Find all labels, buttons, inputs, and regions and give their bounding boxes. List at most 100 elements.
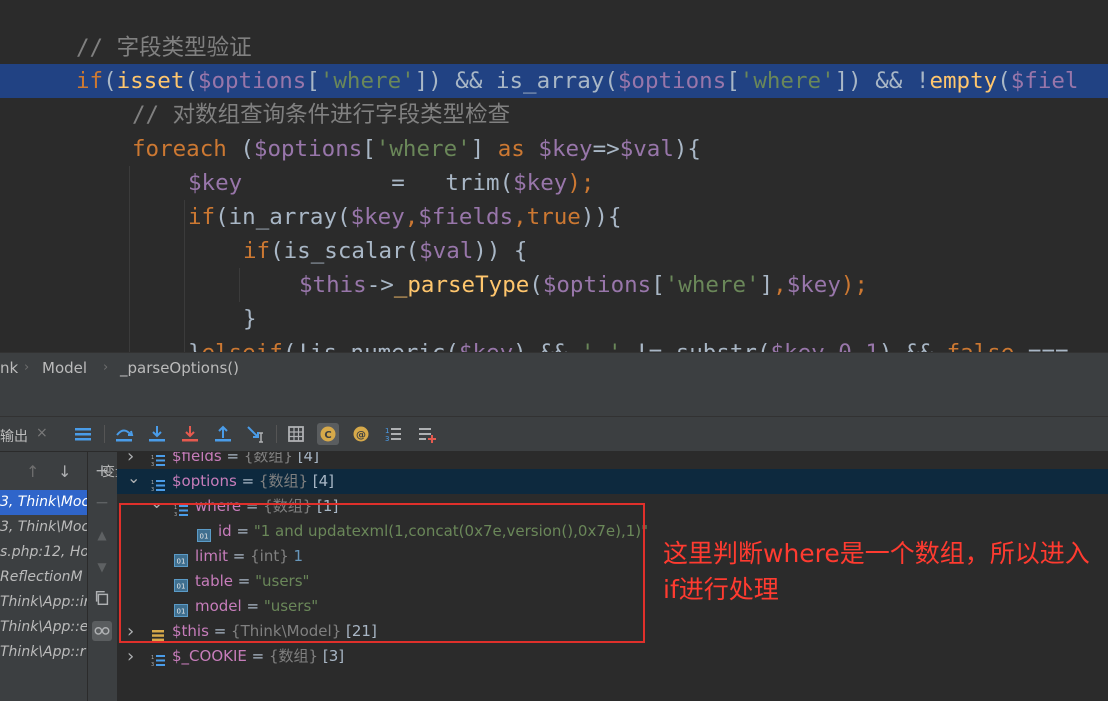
toolbar-separator	[276, 425, 277, 443]
code-token: ,	[773, 272, 787, 298]
code-text: $this->_parseType($options['where'],$key…	[299, 268, 868, 302]
code-token: ]) &&	[414, 68, 496, 94]
annotation-text: 这里判断where是一个数组，所以进入if进行处理	[663, 539, 1090, 604]
stack-frame[interactable]: ReflectionM	[0, 565, 87, 590]
code-text: }	[243, 302, 257, 336]
stack-frame[interactable]: s.php:12, Ho	[0, 540, 87, 565]
stack-frame[interactable]: Think\App::e	[0, 615, 87, 640]
code-token: empty	[929, 68, 998, 94]
svg-text:C: C	[324, 430, 331, 441]
code-editor[interactable]: // 字段类型验证 if(isset($options['where']) && …	[0, 0, 1108, 357]
variable-row[interactable]: ⌄ 1 3 $options = {数组} [4]	[117, 468, 1108, 494]
add-watch-icon[interactable]	[416, 423, 438, 445]
code-token: )){	[580, 204, 622, 230]
previous-frame-icon[interactable]: ↑	[26, 462, 39, 481]
evaluate-expression-icon[interactable]	[285, 423, 307, 445]
svg-text:3: 3	[151, 462, 154, 467]
show-execution-point-icon[interactable]	[72, 423, 94, 445]
code-token: 'where'	[739, 68, 835, 94]
show-watches-icon[interactable]	[92, 621, 112, 641]
code-line[interactable]: }	[0, 302, 1108, 336]
variable-row[interactable]: › 1 3 $fields = {数组} [4]	[117, 452, 1108, 469]
code-token: $fields	[418, 204, 514, 230]
svg-text:1: 1	[385, 427, 389, 435]
code-token: (	[270, 238, 284, 264]
watches-icon[interactable]: @	[350, 423, 372, 445]
variable-type: {数组}	[268, 647, 319, 665]
sort-list-icon[interactable]: 13	[382, 423, 404, 445]
code-token: // 对数组查询条件进行字段类型检查	[132, 102, 511, 128]
stack-frame[interactable]: 3, Think\Moc	[0, 515, 87, 540]
svg-text:1: 1	[151, 455, 154, 461]
step-over-icon[interactable]	[113, 423, 135, 445]
code-token: ,	[404, 204, 419, 230]
code-token: if	[243, 238, 271, 264]
code-token: in_array	[228, 204, 338, 230]
move-down-icon[interactable]: ▼	[92, 557, 112, 577]
stack-frame[interactable]: Think\App::r	[0, 640, 87, 665]
breadcrumb-item-method[interactable]: _parseOptions()	[120, 359, 239, 377]
breadcrumb-separator-icon: ›	[24, 360, 30, 375]
array-icon: 13	[151, 650, 165, 668]
variable-row[interactable]: › 1 3 $_COOKIE = {数组} [3]	[117, 644, 1108, 669]
code-line[interactable]: // 对数组查询条件进行字段类型检查	[0, 98, 1108, 132]
breadcrumb-item-class[interactable]: Model	[42, 359, 87, 377]
code-token: isset	[116, 68, 185, 94]
code-token: true	[526, 204, 581, 230]
code-token: =	[242, 170, 446, 196]
code-text: // 字段类型验证	[76, 31, 252, 65]
code-line[interactable]: // 字段类型验证	[0, 31, 1108, 65]
chevron-down-icon[interactable]: ⌄	[127, 465, 140, 490]
remove-icon[interactable]: −	[92, 493, 112, 513]
code-token: is_array	[495, 68, 605, 94]
code-token: _parseType	[393, 272, 530, 298]
code-token: [	[726, 68, 740, 94]
close-icon[interactable]: ×	[36, 425, 48, 441]
code-line[interactable]: $key = trim($key);	[0, 166, 1108, 200]
code-token: ->	[366, 272, 394, 298]
next-frame-icon[interactable]: ↓	[58, 462, 71, 481]
step-into-icon[interactable]	[146, 423, 168, 445]
code-token: if	[76, 68, 104, 94]
chevron-right-icon[interactable]: ›	[127, 644, 134, 669]
breadcrumb-item-namespace[interactable]: nk	[0, 359, 18, 377]
code-line-current[interactable]: if(isset($options['where']) && is_array(…	[0, 64, 1108, 98]
run-to-cursor-icon[interactable]	[245, 423, 267, 445]
code-token: $val	[619, 136, 674, 162]
stack-frame[interactable]: 3, Think\Moc	[0, 490, 87, 515]
code-token: $options	[542, 272, 652, 298]
stack-frame[interactable]: Think\App::ir	[0, 590, 87, 615]
move-up-icon[interactable]: ▲	[92, 525, 112, 545]
code-line[interactable]: foreach ($options['where'] as $key=>$val…	[0, 132, 1108, 166]
variable-name: $fields	[172, 452, 222, 465]
code-token: [	[362, 136, 376, 162]
code-token: [	[651, 272, 665, 298]
frames-panel[interactable]: ↑ ↓ 3, Think\Moc 3, Think\Moc s.php:12, Ho…	[0, 452, 88, 701]
code-line[interactable]: if(in_array($key,$fields,true)){	[0, 200, 1108, 234]
step-out-icon[interactable]	[212, 423, 234, 445]
constants-toggle-icon[interactable]: C	[317, 423, 339, 445]
code-text: foreach ($options['where'] as $key=>$val…	[132, 132, 701, 166]
force-step-into-icon[interactable]	[179, 423, 201, 445]
svg-text:1: 1	[151, 655, 154, 661]
code-line[interactable]: if(is_scalar($val)) {	[0, 234, 1108, 268]
code-token: (	[215, 204, 229, 230]
variable-text: $options = {数组} [4]	[172, 469, 334, 494]
output-tab[interactable]: 输出	[0, 426, 28, 446]
variable-text: $_COOKIE = {数组} [3]	[172, 644, 344, 669]
code-text: $key = trim($key);	[188, 166, 594, 200]
code-token: (	[337, 204, 351, 230]
breadcrumb: nk › Model › _parseOptions()	[0, 352, 1108, 385]
code-token: (	[529, 272, 543, 298]
code-line[interactable]: $this->_parseType($options['where'],$key…	[0, 268, 1108, 302]
code-token: (	[405, 238, 420, 264]
variable-eq: =	[246, 647, 269, 665]
code-token: foreach	[132, 136, 227, 162]
code-token: (	[499, 170, 514, 196]
code-token: $key	[350, 204, 405, 230]
copy-icon[interactable]	[92, 589, 112, 609]
code-token: $key	[513, 170, 568, 196]
code-text: if(is_scalar($val)) {	[243, 234, 527, 268]
array-icon: 13	[151, 475, 165, 493]
